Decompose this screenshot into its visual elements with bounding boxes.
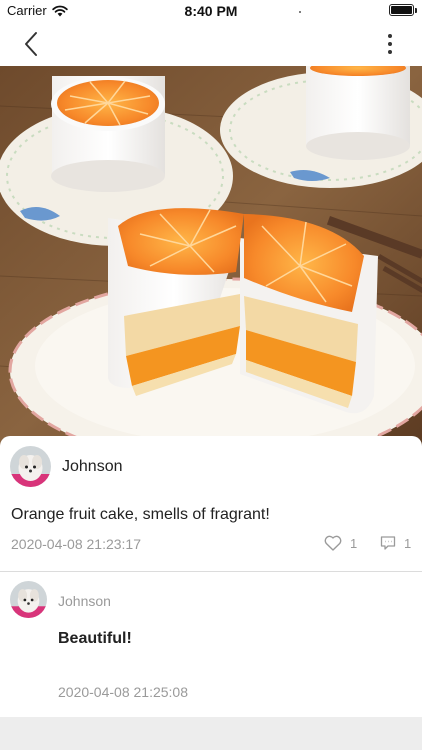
- like-count: 1: [350, 536, 358, 551]
- commenter-avatar[interactable]: [10, 581, 47, 618]
- post-card: Johnson Orange fruit cake, smells of fra…: [0, 436, 422, 571]
- comment-icon: [380, 536, 396, 550]
- more-options-button[interactable]: [378, 31, 402, 57]
- status-bar: Carrier 8:40 PM: [0, 0, 422, 22]
- more-vertical-icon: [378, 34, 402, 54]
- heart-icon: [324, 535, 342, 551]
- footer-area: [0, 717, 422, 750]
- navigation-bar: [0, 22, 422, 66]
- comment-button[interactable]: 1: [380, 535, 411, 553]
- post-caption: Orange fruit cake, smells of fragrant!: [11, 506, 270, 523]
- commenter-name[interactable]: Johnson: [58, 593, 111, 609]
- like-button[interactable]: 1: [324, 535, 357, 553]
- comment-text: Beautiful!: [58, 630, 132, 647]
- status-time: 8:40 PM: [184, 3, 238, 19]
- status-dot: [299, 11, 301, 13]
- back-button[interactable]: [18, 30, 46, 58]
- author-avatar[interactable]: [10, 446, 51, 487]
- author-name[interactable]: Johnson: [62, 458, 123, 476]
- comment-count: 1: [404, 536, 412, 551]
- post-timestamp: 2020-04-08 21:23:17: [11, 536, 141, 552]
- comment-item: Johnson Beautiful! 2020-04-08 21:25:08: [0, 572, 422, 717]
- comment-timestamp: 2020-04-08 21:25:08: [58, 684, 188, 700]
- battery-icon: [389, 4, 417, 16]
- chevron-left-icon: [25, 32, 37, 56]
- post-image[interactable]: [0, 66, 422, 448]
